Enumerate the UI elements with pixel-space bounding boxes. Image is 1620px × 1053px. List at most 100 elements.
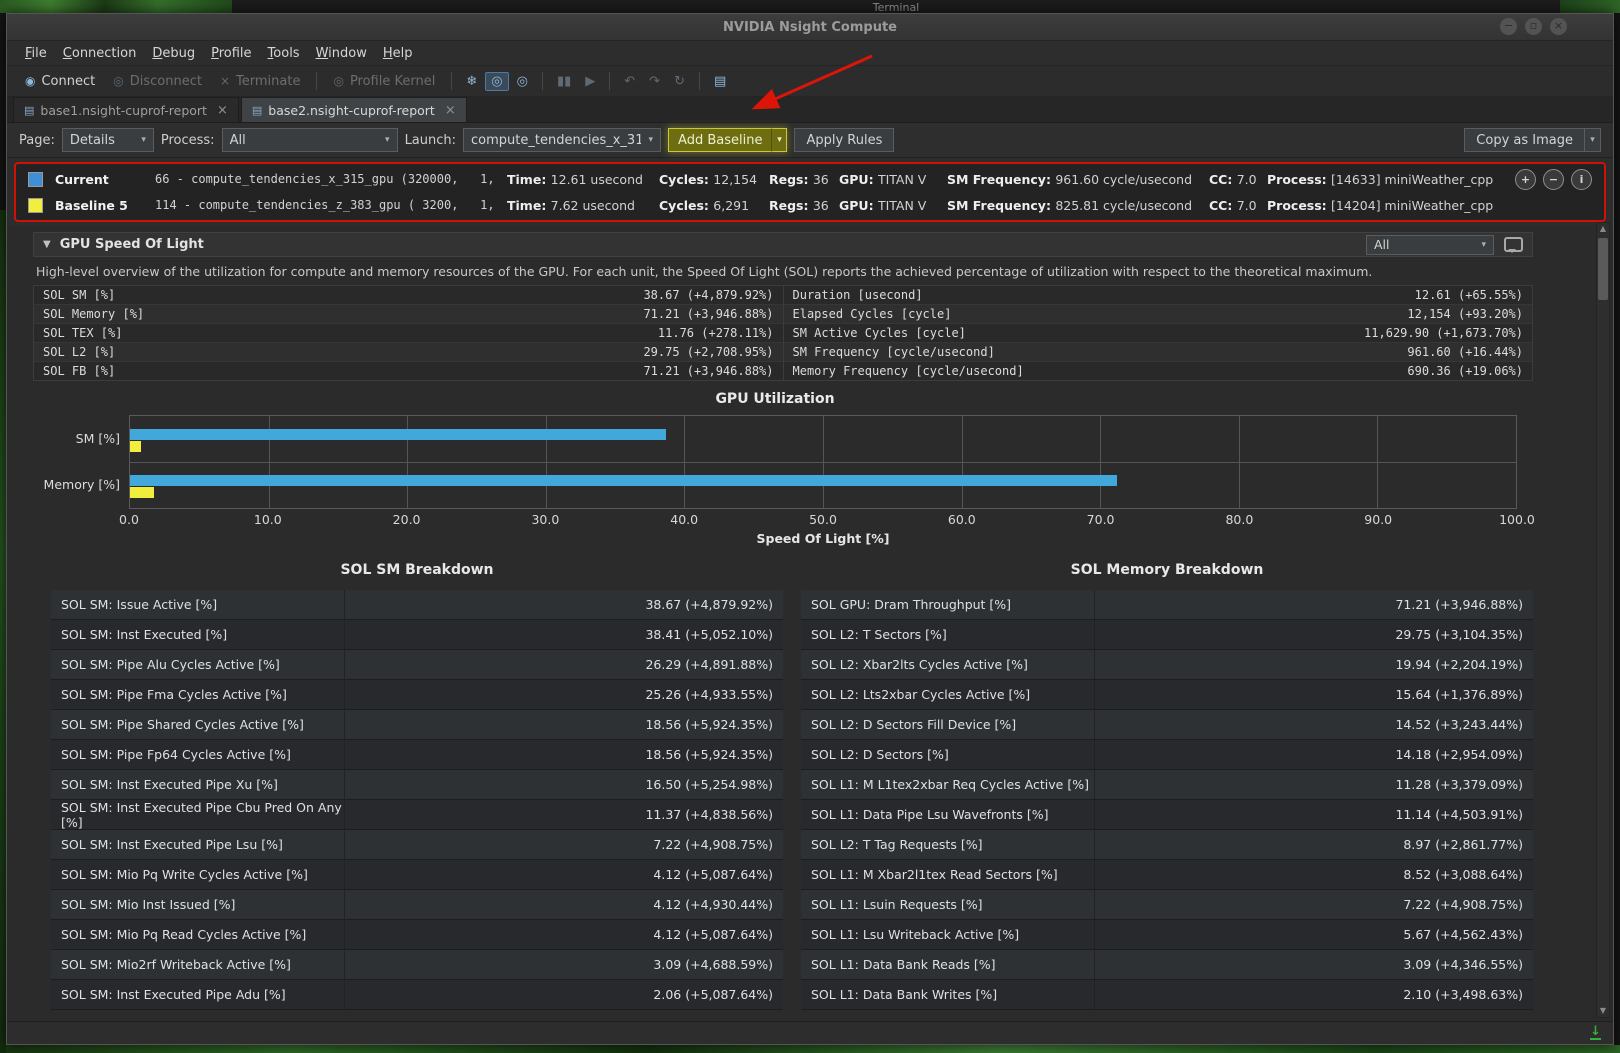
tab-close-icon[interactable]: × [217,103,228,118]
breakdown-row-label: SOL SM: Mio Pq Read Cycles Active [%] [51,920,344,949]
baseline-stat: Process: [14633] miniWeather_cpp [1267,172,1493,187]
breakdown-row[interactable]: SOL SM: Mio Inst Issued [%]4.12 (+4,930.… [51,890,783,920]
baseline-row[interactable]: Baseline 5114 - compute_tendencies_z_383… [16,192,1604,218]
tab-close-icon[interactable]: × [445,103,456,118]
breakdown-row[interactable]: SOL L1: Data Bank Writes [%]2.10 (+3,498… [801,980,1533,1010]
menu-item-tools[interactable]: Tools [260,44,308,63]
section-filter-select[interactable]: All ▾ [1366,235,1494,255]
breakdown-row[interactable]: SOL L2: T Sectors [%]29.75 (+3,104.35%) [801,620,1533,650]
scroll-down-icon[interactable]: ▼ [1600,1005,1606,1017]
metric-row[interactable]: Memory Frequency [cycle/usecond]690.36 (… [784,362,1533,380]
metric-row[interactable]: SOL L2 [%]29.75 (+2,708.95%) [34,343,783,362]
menu-item-help[interactable]: Help [375,44,421,63]
breakdown-row[interactable]: SOL L1: Lsuin Requests [%]7.22 (+4,908.7… [801,890,1533,920]
metric-row[interactable]: SOL Memory [%]71.21 (+3,946.88%) [34,305,783,324]
minus-circle-button[interactable]: − [1543,169,1564,190]
plus-circle-button[interactable]: + [1515,169,1536,190]
stat-value: TITAN V [878,198,926,213]
resume-icon[interactable]: ▶ [579,72,601,91]
baseline-row[interactable]: Current66 - compute_tendencies_x_315_gpu… [16,166,1604,192]
menu-item-window[interactable]: Window [308,44,375,63]
pause-icon[interactable]: ▮▮ [551,72,577,91]
metric-row[interactable]: SM Frequency [cycle/usecond]961.60 (+16.… [784,343,1533,362]
title-bar[interactable]: NVIDIA Nsight Compute −▫× [7,14,1613,41]
metric-label: SOL FB [%] [43,362,115,380]
window-close-button[interactable]: × [1550,18,1567,35]
redo-all-icon[interactable]: ↻ [668,72,691,91]
metric-row[interactable]: SM Active Cycles [cycle]11,629.90 (+1,67… [784,324,1533,343]
redo-icon[interactable]: ↷ [643,72,666,91]
breakdown-row[interactable]: SOL SM: Mio2rf Writeback Active [%]3.09 … [51,950,783,980]
section-header-gpu-speed-of-light[interactable]: ▼ GPU Speed Of Light All ▾ [33,232,1533,257]
breakdown-row[interactable]: SOL L2: T Tag Requests [%]8.97 (+2,861.7… [801,830,1533,860]
connect-button[interactable]: ◉Connect [17,71,103,92]
freeze-api-icon[interactable]: ❄ [460,72,483,91]
breakdown-row[interactable]: SOL SM: Issue Active [%]38.67 (+4,879.92… [51,590,783,620]
metric-row[interactable]: SOL FB [%]71.21 (+3,946.88%) [34,362,783,380]
undo-icon[interactable]: ↶ [618,72,641,91]
breakdown-row[interactable]: SOL SM: Inst Executed Pipe Cbu Pred On A… [51,800,783,830]
tab-base1.nsight-cuprof-report[interactable]: ▤base1.nsight-cuprof-report× [13,97,239,122]
menu-item-debug[interactable]: Debug [144,44,203,63]
apply-rules-button[interactable]: Apply Rules [794,128,894,152]
launch-select[interactable]: compute_tendencies_x_315_gpu ▾ [463,128,661,152]
baseline-color-swatch[interactable] [28,172,43,187]
breakdown-row[interactable]: SOL SM: Pipe Fp64 Cycles Active [%]18.56… [51,740,783,770]
breakdown-row[interactable]: SOL L2: Xbar2lts Cycles Active [%]19.94 … [801,650,1533,680]
baseline-stat: Time: 7.62 usecond [507,198,659,213]
breakdown-row[interactable]: SOL L2: D Sectors Fill Device [%]14.52 (… [801,710,1533,740]
page-select[interactable]: Details ▾ [62,128,154,152]
process-select[interactable]: All ▾ [222,128,398,152]
add-baseline-button[interactable]: Add Baseline [668,128,771,152]
breakdown-row[interactable]: SOL SM: Pipe Alu Cycles Active [%]26.29 … [51,650,783,680]
breakdown-row[interactable]: SOL SM: Mio Pq Read Cycles Active [%]4.1… [51,920,783,950]
chevron-down-icon: ▾ [1481,240,1486,250]
profile-toggle-icon[interactable]: ◎ [485,72,508,91]
profile-kernel-button[interactable]: ◎Profile Kernel [325,71,443,92]
copy-as-image-button[interactable]: Copy as Image [1464,128,1585,152]
metric-row[interactable]: SOL TEX [%]11.76 (+278.11%) [34,324,783,343]
breakdown-row[interactable]: SOL SM: Inst Executed Pipe Lsu [%]7.22 (… [51,830,783,860]
window-maximize-button[interactable]: ▫ [1525,18,1542,35]
breakdown-row[interactable]: SOL L1: Lsu Writeback Active [%]5.67 (+4… [801,920,1533,950]
info-circle-button[interactable]: i [1571,169,1592,190]
log-icon[interactable]: ▤ [708,72,732,91]
breakdown-row[interactable]: SOL L2: Lts2xbar Cycles Active [%]15.64 … [801,680,1533,710]
menu-item-file[interactable]: File [17,44,55,63]
breakdown-row[interactable]: SOL L1: M Xbar2l1tex Read Sectors [%]8.5… [801,860,1533,890]
breakdown-row[interactable]: SOL GPU: Dram Throughput [%]71.21 (+3,94… [801,590,1533,620]
profile-series-icon[interactable]: ◎ [511,72,534,91]
chevron-down-icon: ▾ [1590,135,1595,145]
metric-row[interactable]: Elapsed Cycles [cycle]12,154 (+93.20%) [784,305,1533,324]
metric-row[interactable]: Duration [usecond]12.61 (+65.55%) [784,286,1533,305]
terminate-button[interactable]: ×Terminate [212,71,309,92]
breakdown-row[interactable]: SOL SM: Mio Pq Write Cycles Active [%]4.… [51,860,783,890]
metric-row[interactable]: SOL SM [%]38.67 (+4,879.92%) [34,286,783,305]
breakdown-row[interactable]: SOL L1: M L1tex2xbar Req Cycles Active [… [801,770,1533,800]
breakdown-row[interactable]: SOL SM: Inst Executed Pipe Xu [%]16.50 (… [51,770,783,800]
scrollbar-thumb[interactable] [1598,238,1608,300]
vertical-scrollbar[interactable]: ▲ ▼ [1596,222,1610,1018]
disconnect-button[interactable]: ◎Disconnect [105,71,210,92]
collapse-arrow-icon[interactable]: ▼ [43,239,51,250]
breakdown-row[interactable]: SOL L2: D Sectors [%]14.18 (+2,954.09%) [801,740,1533,770]
tab-base2.nsight-cuprof-report[interactable]: ▤base2.nsight-cuprof-report× [241,97,467,122]
breakdown-row-value: 38.67 (+4,879.92%) [344,590,783,619]
breakdown-row[interactable]: SOL SM: Pipe Shared Cycles Active [%]18.… [51,710,783,740]
comment-bubble-icon[interactable] [1504,237,1523,252]
breakdown-row[interactable]: SOL SM: Pipe Fma Cycles Active [%]25.26 … [51,680,783,710]
menu-item-profile[interactable]: Profile [203,44,259,63]
toolbar-separator [609,72,610,90]
breakdown-row[interactable]: SOL SM: Inst Executed Pipe Adu [%]2.06 (… [51,980,783,1010]
copy-as-image-dropdown-button[interactable]: ▾ [1585,128,1601,152]
add-baseline-dropdown-button[interactable]: ▾ [771,128,787,152]
breakdown-row[interactable]: SOL SM: Inst Executed [%]38.41 (+5,052.1… [51,620,783,650]
breakdown-row-label: SOL L1: Data Pipe Lsu Wavefronts [%] [801,800,1094,829]
download-icon[interactable]: ↓ [1590,1026,1601,1040]
scroll-up-icon[interactable]: ▲ [1600,223,1606,235]
menu-item-connection[interactable]: Connection [55,44,145,63]
baseline-color-swatch[interactable] [28,198,43,213]
breakdown-row[interactable]: SOL L1: Data Bank Reads [%]3.09 (+4,346.… [801,950,1533,980]
breakdown-row[interactable]: SOL L1: Data Pipe Lsu Wavefronts [%]11.1… [801,800,1533,830]
window-minimize-button[interactable]: − [1500,18,1517,35]
